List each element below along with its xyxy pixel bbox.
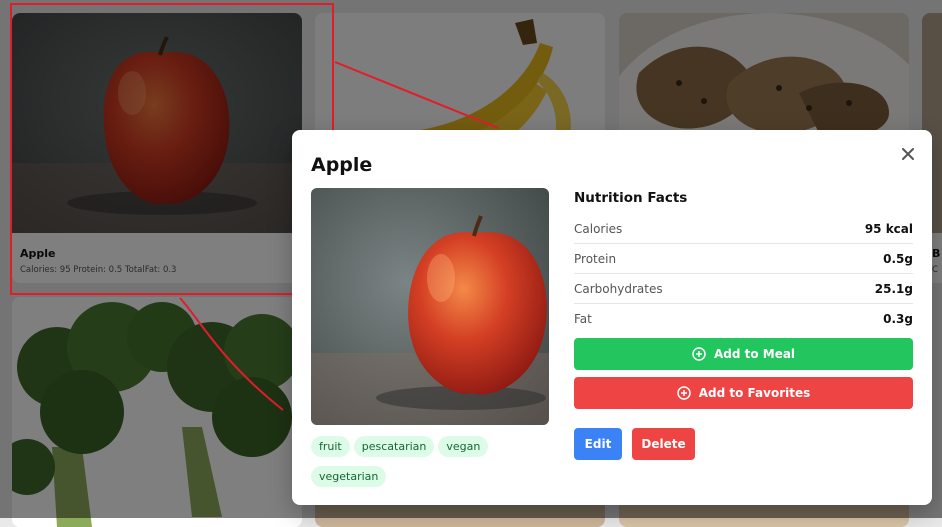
tag-vegetarian[interactable]: vegetarian — [311, 466, 387, 487]
nutrition-row-calories: Calories 95 kcal — [574, 214, 913, 244]
nutrition-value: 95 kcal — [864, 221, 913, 236]
close-button[interactable] — [898, 144, 918, 164]
close-icon — [902, 148, 914, 160]
nutrition-value: 0.5g — [883, 251, 913, 266]
add-to-meal-button[interactable]: Add to Meal — [574, 338, 913, 370]
nutrition-label: Calories — [574, 221, 623, 236]
nutrition-label: Carbohydrates — [574, 281, 663, 296]
food-detail-modal: Apple fruit pescatarian veganvegetarian … — [292, 130, 932, 505]
nutrition-row-protein: Protein 0.5g — [574, 244, 913, 274]
nutrition-label: Fat — [574, 311, 592, 326]
nutrition-value: 25.1g — [874, 281, 913, 296]
modal-title: Apple — [311, 154, 373, 176]
tag-fruit[interactable]: fruit — [311, 436, 350, 457]
add-to-favorites-label: Add to Favorites — [698, 386, 811, 400]
add-to-meal-label: Add to Meal — [713, 347, 796, 361]
edit-button[interactable]: Edit — [574, 428, 622, 460]
nutrition-row-carbohydrates: Carbohydrates 25.1g — [574, 274, 913, 304]
delete-button[interactable]: Delete — [632, 428, 695, 460]
add-to-favorites-button[interactable]: Add to Favorites — [574, 377, 913, 409]
tag-pescatarian[interactable]: pescatarian — [353, 436, 435, 457]
nutrition-facts: Nutrition Facts Calories 95 kcal Protein… — [574, 190, 913, 333]
nutrition-row-fat: Fat 0.3g — [574, 304, 913, 333]
nutrition-title: Nutrition Facts — [574, 190, 688, 206]
plus-circle-icon — [692, 347, 706, 361]
nutrition-value: 0.3g — [883, 311, 913, 326]
plus-circle-icon — [676, 386, 691, 400]
modal-food-image — [311, 188, 549, 425]
nutrition-label: Protein — [574, 251, 617, 266]
tag-vegan[interactable]: vegan — [438, 436, 489, 457]
tag-list: fruit pescatarian vegan vegetarian — [311, 435, 551, 495]
